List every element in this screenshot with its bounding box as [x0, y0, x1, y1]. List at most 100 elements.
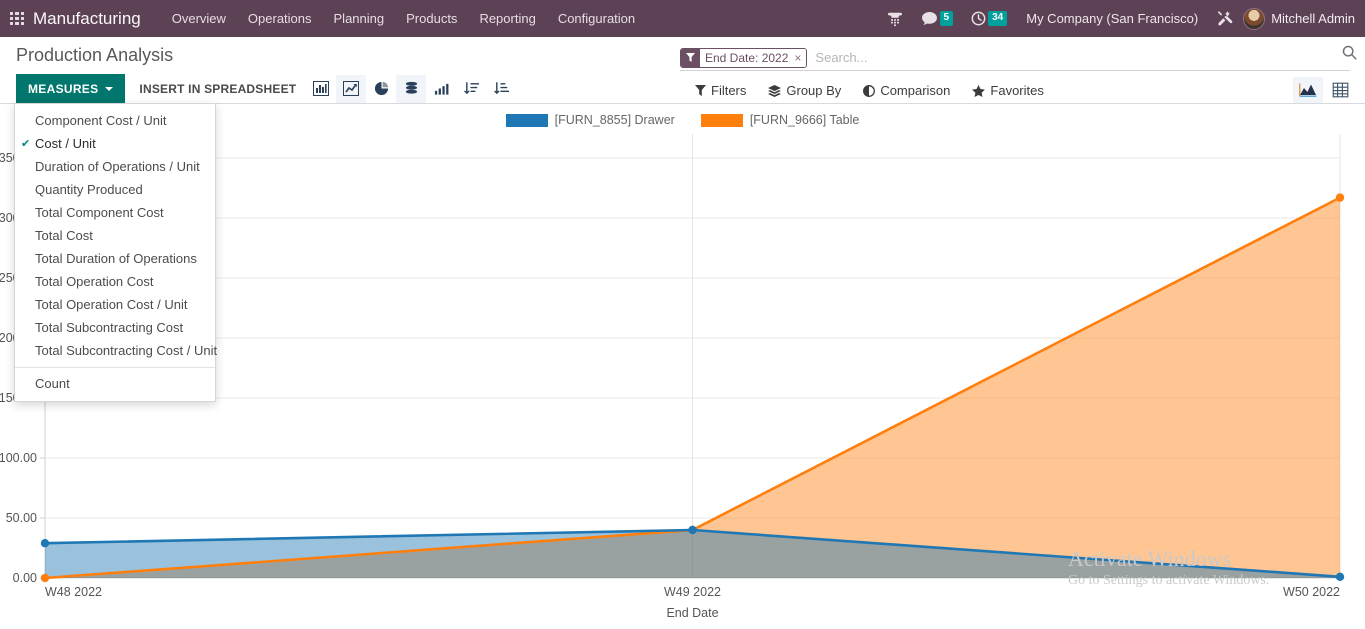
measure-item-label: Total Operation Cost / Unit [35, 297, 187, 312]
view-switcher [1293, 77, 1355, 103]
legend-swatch-table [701, 114, 743, 127]
measure-item-label: Quantity Produced [35, 182, 143, 197]
stacked-chart-icon[interactable] [396, 75, 426, 103]
measure-item-5[interactable]: Total Cost [15, 224, 215, 247]
legend-label-table: [FURN_9666] Table [750, 113, 860, 127]
legend-item-table[interactable]: [FURN_9666] Table [701, 113, 860, 127]
measure-item-8[interactable]: Total Operation Cost / Unit [15, 293, 215, 316]
layers-icon [768, 85, 781, 97]
control-panel: Production Analysis End Date: 2022 × MEA… [0, 37, 1365, 104]
nav-configuration[interactable]: Configuration [547, 2, 646, 35]
nav-planning[interactable]: Planning [323, 2, 396, 35]
measure-item-label: Total Cost [35, 228, 93, 243]
group-by-menu-label: Group By [786, 83, 841, 98]
measure-item-label: Total Subcontracting Cost / Unit [35, 343, 217, 358]
legend-swatch-drawer [506, 114, 548, 127]
favorites-menu-label: Favorites [990, 83, 1043, 98]
group-by-menu[interactable]: Group By [757, 79, 852, 102]
dialpad-icon[interactable] [878, 5, 912, 33]
y-tick-label: 0.00 [13, 571, 37, 585]
check-icon: ✔ [21, 137, 30, 150]
measure-item-4[interactable]: Total Component Cost [15, 201, 215, 224]
measure-item-label: Count [35, 376, 70, 391]
search-facet-label: End Date: 2022 [700, 49, 793, 67]
half-circle-icon [863, 85, 875, 97]
star-icon [972, 85, 985, 97]
nav-operations[interactable]: Operations [237, 2, 323, 35]
sort-descending-icon[interactable] [456, 75, 486, 103]
line-chart-icon[interactable] [336, 75, 366, 103]
chat-bubble-icon [921, 11, 938, 26]
activities-button[interactable]: 34 [962, 5, 1016, 32]
measure-item-2[interactable]: Duration of Operations / Unit [15, 155, 215, 178]
filters-menu-label: Filters [711, 83, 746, 98]
avatar[interactable] [1243, 8, 1265, 30]
measure-item-1[interactable]: ✔ Cost / Unit [15, 132, 215, 155]
data-point [41, 539, 49, 547]
pie-chart-icon[interactable] [366, 75, 396, 103]
nav-overview[interactable]: Overview [161, 2, 237, 35]
comparison-menu-label: Comparison [880, 83, 950, 98]
dropdown-separator [15, 367, 215, 368]
measures-dropdown-menu: Component Cost / Unit ✔ Cost / Unit Duratio… [14, 103, 216, 402]
favorites-menu[interactable]: Favorites [961, 79, 1054, 102]
search-facet-remove-icon[interactable]: × [793, 49, 806, 67]
activities-count-badge: 34 [988, 11, 1007, 26]
control-panel-bottom: MEASURES INSERT IN SPREADSHEET [0, 73, 1365, 104]
measure-item-label: Cost / Unit [35, 136, 96, 151]
measure-item-label: Total Operation Cost [35, 274, 154, 289]
navbar-right-section: 5 34 My Company (San Francisco) Mitchell… [878, 4, 1365, 33]
pivot-view-icon[interactable] [1325, 77, 1355, 103]
measure-item-6[interactable]: Total Duration of Operations [15, 247, 215, 270]
graph-view-icon[interactable] [1293, 77, 1323, 103]
x-axis-title: End Date [666, 606, 718, 620]
measures-button-label: MEASURES [28, 82, 98, 96]
user-menu[interactable]: Mitchell Admin [1271, 11, 1355, 26]
y-tick-label: 50.00 [6, 511, 37, 525]
measure-item-label: Total Duration of Operations [35, 251, 197, 266]
chevron-down-icon [105, 87, 113, 91]
messages-count-badge: 5 [940, 11, 954, 26]
bar-chart-icon[interactable] [306, 75, 336, 103]
measure-item-count[interactable]: Count [15, 372, 215, 395]
page-title: Production Analysis [16, 45, 173, 66]
data-point [1336, 193, 1344, 201]
comparison-menu[interactable]: Comparison [852, 79, 961, 102]
descending-bars-icon[interactable] [426, 75, 456, 103]
data-point [688, 526, 696, 534]
search-icon[interactable] [1342, 45, 1357, 63]
nav-reporting[interactable]: Reporting [468, 2, 546, 35]
measures-button[interactable]: MEASURES [16, 74, 125, 103]
data-point [1336, 573, 1344, 581]
x-tick-label: W48 2022 [45, 585, 102, 599]
messages-button[interactable]: 5 [912, 5, 963, 32]
measure-item-label: Total Component Cost [35, 205, 164, 220]
measure-item-9[interactable]: Total Subcontracting Cost [15, 316, 215, 339]
legend-label-drawer: [FURN_8855] Drawer [555, 113, 675, 127]
search-input[interactable] [815, 50, 1350, 65]
filters-menu[interactable]: Filters [684, 79, 757, 102]
measure-item-label: Total Subcontracting Cost [35, 320, 183, 335]
filter-funnel-icon [681, 49, 700, 67]
measure-item-label: Component Cost / Unit [35, 113, 167, 128]
clock-icon [971, 11, 986, 26]
nav-products[interactable]: Products [395, 2, 468, 35]
search-facet-end-date[interactable]: End Date: 2022 × [680, 48, 807, 68]
data-point [41, 574, 49, 582]
measure-item-3[interactable]: Quantity Produced [15, 178, 215, 201]
insert-in-spreadsheet-button[interactable]: INSERT IN SPREADSHEET [139, 74, 296, 103]
top-navbar: Manufacturing Overview Operations Planni… [0, 0, 1365, 37]
x-tick-label: W49 2022 [664, 585, 721, 599]
measure-item-label: Duration of Operations / Unit [35, 159, 200, 174]
legend-item-drawer[interactable]: [FURN_8855] Drawer [506, 113, 675, 127]
wrench-screwdriver-icon[interactable] [1208, 4, 1243, 33]
apps-grid-icon[interactable] [10, 12, 24, 26]
company-switcher[interactable]: My Company (San Francisco) [1016, 5, 1208, 32]
chart-type-toolbar [306, 75, 516, 103]
x-tick-label: W50 2022 [1283, 585, 1340, 599]
app-brand-manufacturing[interactable]: Manufacturing [33, 9, 141, 29]
measure-item-7[interactable]: Total Operation Cost [15, 270, 215, 293]
measure-item-0[interactable]: Component Cost / Unit [15, 109, 215, 132]
measure-item-10[interactable]: Total Subcontracting Cost / Unit [15, 339, 215, 362]
sort-ascending-icon[interactable] [486, 75, 516, 103]
